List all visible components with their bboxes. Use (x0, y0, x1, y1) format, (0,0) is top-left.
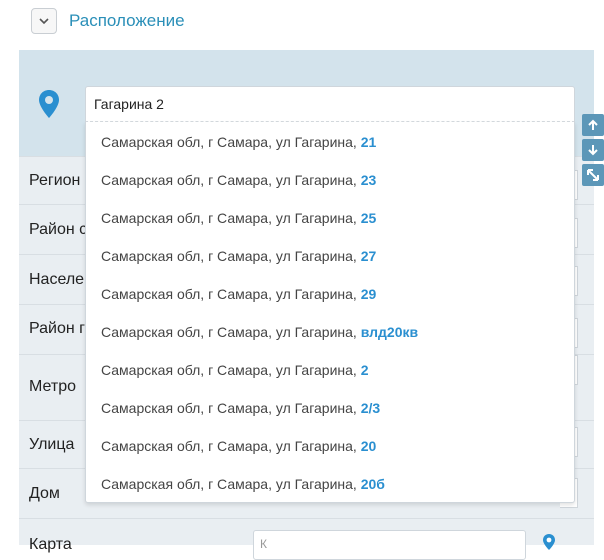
suggestion-item[interactable]: Самарская обл, г Самара, ул Гагарина, 2/… (101, 400, 380, 416)
street-label: Улица (29, 436, 75, 453)
house-label: Дом (29, 485, 60, 502)
map-label: Карта (29, 536, 72, 553)
section-title: Расположение (69, 11, 185, 30)
suggestion-item[interactable]: Самарская обл, г Самара, ул Гагарина, 27 (101, 248, 376, 264)
collapse-button[interactable] (31, 8, 57, 34)
move-down-button[interactable] (582, 139, 604, 161)
arrow-down-icon (588, 145, 598, 156)
suggestion-item[interactable]: Самарская обл, г Самара, ул Гагарина, 20… (101, 476, 385, 492)
region-label: Регион (29, 172, 81, 189)
suggestion-item[interactable]: Самарская обл, г Самара, ул Гагарина, 20 (101, 438, 376, 454)
expand-button[interactable] (582, 164, 604, 186)
chevron-down-icon (39, 18, 49, 25)
map-search-input[interactable]: К (253, 530, 526, 560)
suggestion-item[interactable]: Самарская обл, г Самара, ул Гагарина, 23 (101, 172, 376, 188)
expand-icon (587, 169, 599, 181)
district-label: Район с (29, 221, 88, 238)
suggestion-item[interactable]: Самарская обл, г Самара, ул Гагарина, вл… (101, 324, 418, 340)
settlement-label: Населе (29, 271, 85, 288)
map-marker-icon[interactable] (542, 533, 556, 551)
move-up-button[interactable] (582, 114, 604, 136)
metro-label: Метро (29, 378, 76, 395)
suggestion-item[interactable]: Самарская обл, г Самара, ул Гагарина, 25 (101, 210, 376, 226)
suggestion-item[interactable]: Самарская обл, г Самара, ул Гагарина, 29 (101, 286, 376, 302)
suggestion-item[interactable]: Самарская обл, г Самара, ул Гагарина, 2 (101, 362, 369, 378)
address-search-input[interactable] (85, 86, 575, 122)
suggestions-dropdown: Самарская обл, г Самара, ул Гагарина, 21… (85, 122, 575, 503)
section-header: Расположение (0, 0, 604, 46)
city-district-label: Район г (29, 320, 85, 337)
arrow-up-icon (588, 119, 598, 130)
suggestion-item[interactable]: Самарская обл, г Самара, ул Гагарина, 21 (101, 134, 376, 150)
map-pin-icon (39, 90, 59, 118)
